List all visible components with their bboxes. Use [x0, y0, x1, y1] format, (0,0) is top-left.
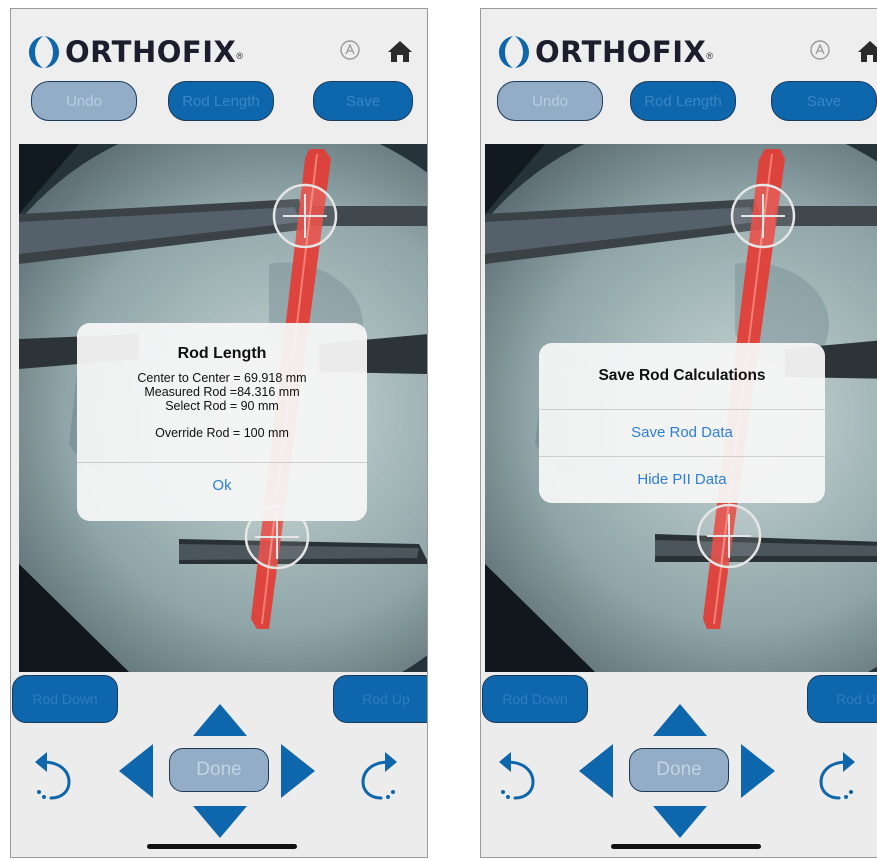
control-panel: Rod Down Rod Up Done — [481, 672, 877, 857]
rotate-counterclockwise-icon[interactable] — [31, 746, 75, 804]
dialog-title: Rod Length — [177, 345, 267, 362]
rod-up-button[interactable]: Rod Up — [333, 675, 427, 723]
phone-screen-rod-length: ORTHOFIX ® Undo Rod Length Save Rod Leng… — [10, 8, 428, 858]
move-down-arrow-icon[interactable] — [651, 804, 709, 840]
rod-length-button[interactable]: Rod Length — [630, 81, 736, 121]
home-icon[interactable] — [857, 39, 877, 63]
move-right-arrow-icon[interactable] — [279, 742, 317, 800]
rotate-clockwise-icon[interactable] — [815, 746, 859, 804]
save-button[interactable]: Save — [313, 81, 413, 121]
orthofix-logo-mark — [499, 36, 529, 68]
crosshair-top[interactable] — [272, 183, 338, 249]
brand-name: ORTHOFIX — [65, 35, 237, 69]
ok-button[interactable]: Ok — [77, 463, 367, 509]
dialog-title: Save Rod Calculations — [598, 367, 766, 384]
move-up-arrow-icon[interactable] — [191, 702, 249, 738]
registered-mark: ® — [706, 51, 713, 61]
rod-length-button[interactable]: Rod Length — [168, 81, 274, 121]
orthofix-logo: ORTHOFIX ® — [499, 33, 713, 71]
undo-button[interactable]: Undo — [497, 81, 603, 121]
move-up-arrow-icon[interactable] — [651, 702, 709, 738]
registered-mark: ® — [236, 51, 243, 61]
undo-button[interactable]: Undo — [31, 81, 137, 121]
home-indicator[interactable] — [611, 844, 761, 849]
crosshair-bottom[interactable] — [696, 503, 762, 569]
rod-up-button[interactable]: Rod Up — [807, 675, 877, 723]
rod-down-button[interactable]: Rod Down — [12, 675, 118, 723]
move-left-arrow-icon[interactable] — [577, 742, 615, 800]
orthofix-logo-mark — [29, 36, 59, 68]
measured-rod-text: Measured Rod =84.316 mm — [144, 385, 300, 399]
override-rod-text: Override Rod = 100 mm — [155, 426, 289, 440]
rotate-counterclockwise-icon[interactable] — [495, 746, 539, 804]
move-right-arrow-icon[interactable] — [739, 742, 777, 800]
circle-a-icon[interactable] — [809, 39, 831, 61]
rod-length-dialog: Rod Length Center to Center = 69.918 mm … — [77, 323, 367, 521]
control-panel: Rod Down Rod Up Done — [11, 672, 427, 857]
select-rod-text: Select Rod = 90 mm — [165, 399, 279, 413]
center-to-center-text: Center to Center = 69.918 mm — [137, 371, 307, 385]
brand-name: ORTHOFIX — [535, 35, 707, 69]
save-button[interactable]: Save — [771, 81, 877, 121]
save-rod-data-button[interactable]: Save Rod Data — [539, 410, 825, 456]
phone-screen-save-rod: ORTHOFIX ® Undo Rod Length Save Save Rod… — [480, 8, 877, 858]
orthofix-logo: ORTHOFIX ® — [29, 33, 243, 71]
home-icon[interactable] — [387, 39, 413, 63]
home-indicator[interactable] — [147, 844, 297, 849]
move-left-arrow-icon[interactable] — [117, 742, 155, 800]
done-button[interactable]: Done — [169, 748, 269, 792]
rod-down-button[interactable]: Rod Down — [482, 675, 588, 723]
done-button[interactable]: Done — [629, 748, 729, 792]
save-rod-calculations-dialog: Save Rod Calculations Save Rod Data Hide… — [539, 343, 825, 503]
circle-a-icon[interactable] — [339, 39, 361, 61]
move-down-arrow-icon[interactable] — [191, 804, 249, 840]
crosshair-top[interactable] — [730, 183, 796, 249]
hide-pii-data-button[interactable]: Hide PII Data — [539, 457, 825, 503]
rotate-clockwise-icon[interactable] — [357, 746, 401, 804]
